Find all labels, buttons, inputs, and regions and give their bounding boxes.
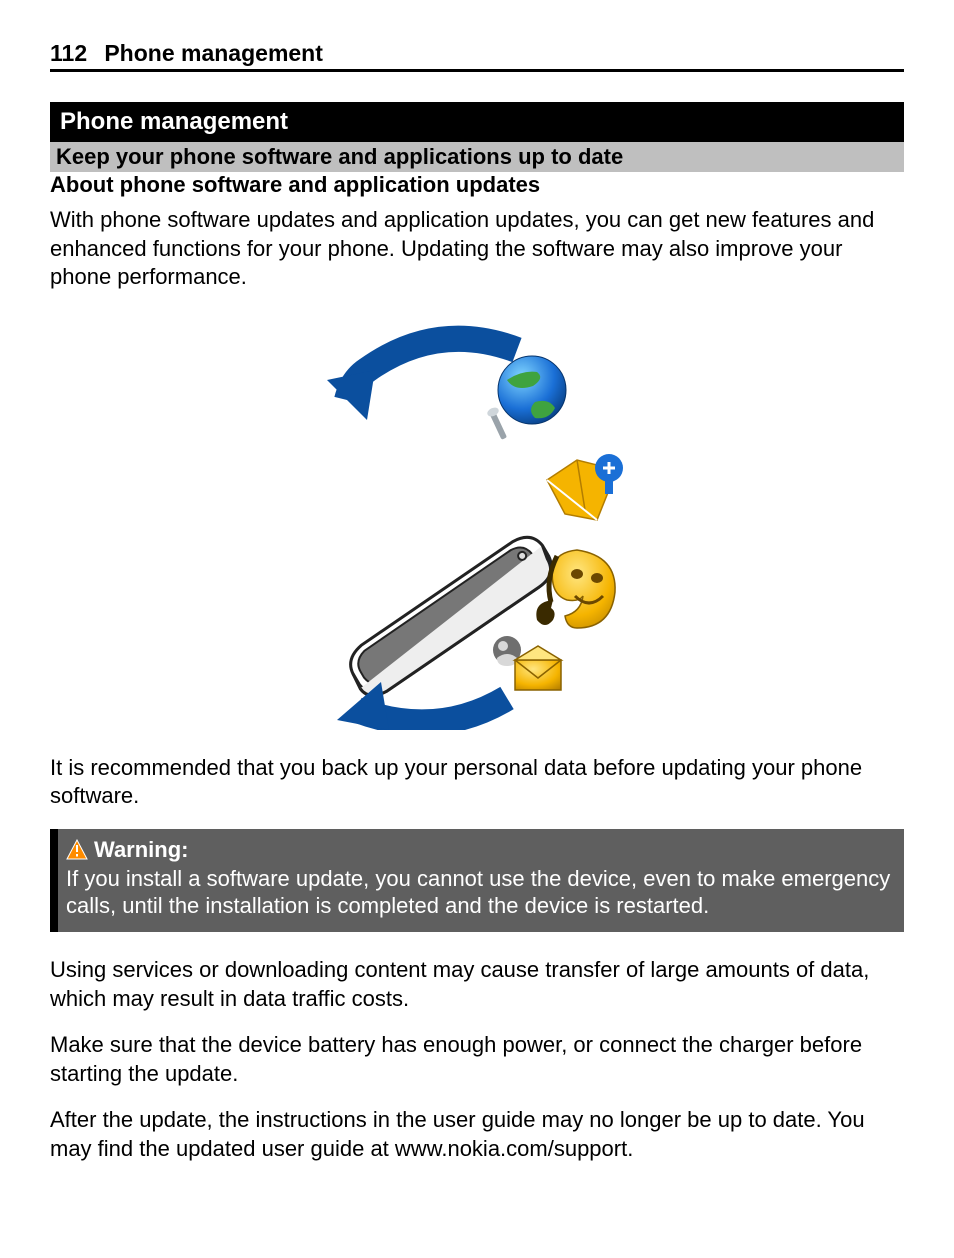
paragraph-userguide: After the update, the instructions in th… — [50, 1106, 904, 1163]
paragraph-intro: With phone software updates and applicat… — [50, 206, 904, 292]
document-page: 112 Phone management Phone management Ke… — [0, 0, 954, 1258]
paragraph-battery: Make sure that the device battery has en… — [50, 1031, 904, 1088]
topic-title: About phone software and application upd… — [50, 172, 904, 202]
phone-update-diagram-icon — [297, 310, 657, 730]
warning-text: If you install a software update, you ca… — [66, 865, 894, 920]
section-title: Phone management — [50, 102, 904, 142]
warning-box: Warning: If you install a software updat… — [50, 829, 904, 932]
page-header: 112 Phone management — [50, 40, 904, 72]
warning-heading: Warning: — [66, 837, 894, 863]
paragraph-backup: It is recommended that you back up your … — [50, 754, 904, 811]
subsection-title: Keep your phone software and application… — [50, 142, 904, 172]
warning-icon — [66, 839, 88, 861]
update-illustration — [50, 310, 904, 730]
warning-label: Warning: — [94, 837, 189, 863]
header-section-name — [92, 40, 105, 66]
paragraph-data-costs: Using services or downloading content ma… — [50, 956, 904, 1013]
page-number: 112 — [50, 40, 87, 66]
header-section-name-text: Phone management — [104, 40, 323, 66]
